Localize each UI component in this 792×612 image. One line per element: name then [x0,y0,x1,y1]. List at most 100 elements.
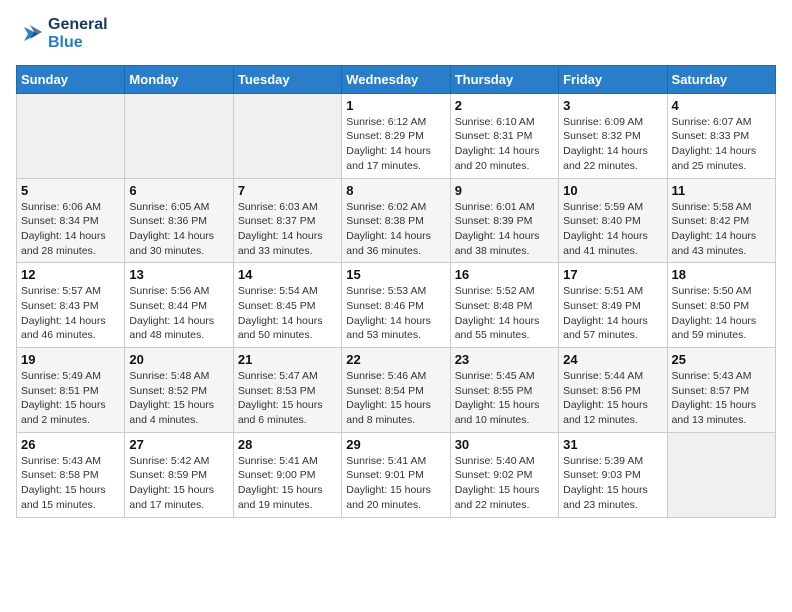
day-info: Sunrise: 5:45 AM Sunset: 8:55 PM Dayligh… [455,369,554,428]
day-info: Sunrise: 6:07 AM Sunset: 8:33 PM Dayligh… [672,115,771,174]
header-friday: Friday [559,65,667,93]
calendar-cell: 24Sunrise: 5:44 AM Sunset: 8:56 PM Dayli… [559,348,667,433]
day-number: 20 [129,352,228,367]
day-number: 23 [455,352,554,367]
calendar-cell: 3 Sunrise: 6:09 AM Sunset: 8:32 PM Daylig… [559,93,667,178]
day-info: Sunrise: 5:51 AM Sunset: 8:49 PM Dayligh… [563,284,662,343]
calendar-cell: 31 Sunrise: 5:39 AM Sunset: 9:03 PM Dayli… [559,432,667,517]
calendar-cell: 6 Sunrise: 6:05 AM Sunset: 8:36 PM Daylig… [125,178,233,263]
day-info: Sunrise: 5:50 AM Sunset: 8:50 PM Dayligh… [672,284,771,343]
calendar-cell: 15 Sunrise: 5:53 AM Sunset: 8:46 PM Dayli… [342,263,450,348]
week-row-0: 1 Sunrise: 6:12 AM Sunset: 8:29 PM Daylig… [17,93,776,178]
day-info: Sunrise: 6:06 AM Sunset: 8:34 PM Dayligh… [21,200,120,259]
day-number: 26 [21,437,120,452]
day-info: Sunrise: 5:41 AM Sunset: 9:00 PM Dayligh… [238,454,337,513]
day-number: 29 [346,437,445,452]
page-header: General Blue [16,16,776,53]
day-number: 6 [129,183,228,198]
day-number: 7 [238,183,337,198]
calendar-cell: 21 Sunrise: 5:47 AM Sunset: 8:53 PM Dayli… [233,348,341,433]
day-number: 31 [563,437,662,452]
calendar-cell: 7 Sunrise: 6:03 AM Sunset: 8:37 PM Daylig… [233,178,341,263]
day-info: Sunrise: 5:56 AM Sunset: 8:44 PM Dayligh… [129,284,228,343]
day-info: Sunrise: 5:41 AM Sunset: 9:01 PM Dayligh… [346,454,445,513]
calendar-cell: 8 Sunrise: 6:02 AM Sunset: 8:38 PM Daylig… [342,178,450,263]
calendar-cell [125,93,233,178]
day-number: 16 [455,267,554,282]
calendar-cell: 9Sunrise: 6:01 AM Sunset: 8:39 PM Daylig… [450,178,558,263]
calendar-cell: 14Sunrise: 5:54 AM Sunset: 8:45 PM Dayli… [233,263,341,348]
day-info: Sunrise: 5:47 AM Sunset: 8:53 PM Dayligh… [238,369,337,428]
calendar-cell [17,93,125,178]
header-monday: Monday [125,65,233,93]
day-info: Sunrise: 5:48 AM Sunset: 8:52 PM Dayligh… [129,369,228,428]
calendar-cell: 25 Sunrise: 5:43 AM Sunset: 8:57 PM Dayli… [667,348,775,433]
calendar-header-row: SundayMondayTuesdayWednesdayThursdayFrid… [17,65,776,93]
calendar-cell: 10 Sunrise: 5:59 AM Sunset: 8:40 PM Dayli… [559,178,667,263]
calendar-cell: 30Sunrise: 5:40 AM Sunset: 9:02 PM Dayli… [450,432,558,517]
day-info: Sunrise: 6:03 AM Sunset: 8:37 PM Dayligh… [238,200,337,259]
calendar-cell: 18 Sunrise: 5:50 AM Sunset: 8:50 PM Dayli… [667,263,775,348]
day-info: Sunrise: 6:01 AM Sunset: 8:39 PM Dayligh… [455,200,554,259]
day-info: Sunrise: 5:39 AM Sunset: 9:03 PM Dayligh… [563,454,662,513]
day-info: Sunrise: 6:10 AM Sunset: 8:31 PM Dayligh… [455,115,554,174]
calendar-cell: 19Sunrise: 5:49 AM Sunset: 8:51 PM Dayli… [17,348,125,433]
calendar-table: SundayMondayTuesdayWednesdayThursdayFrid… [16,65,776,518]
day-number: 10 [563,183,662,198]
day-number: 8 [346,183,445,198]
day-number: 19 [21,352,120,367]
logo-bird-icon [16,23,44,45]
day-info: Sunrise: 5:53 AM Sunset: 8:46 PM Dayligh… [346,284,445,343]
calendar-cell: 22 Sunrise: 5:46 AM Sunset: 8:54 PM Dayli… [342,348,450,433]
day-number: 18 [672,267,771,282]
calendar-cell: 12Sunrise: 5:57 AM Sunset: 8:43 PM Dayli… [17,263,125,348]
day-info: Sunrise: 6:02 AM Sunset: 8:38 PM Dayligh… [346,200,445,259]
calendar-cell: 5Sunrise: 6:06 AM Sunset: 8:34 PM Daylig… [17,178,125,263]
header-saturday: Saturday [667,65,775,93]
day-info: Sunrise: 5:58 AM Sunset: 8:42 PM Dayligh… [672,200,771,259]
calendar-cell: 4 Sunrise: 6:07 AM Sunset: 8:33 PM Daylig… [667,93,775,178]
day-number: 11 [672,183,771,198]
week-row-2: 12Sunrise: 5:57 AM Sunset: 8:43 PM Dayli… [17,263,776,348]
day-info: Sunrise: 5:43 AM Sunset: 8:57 PM Dayligh… [672,369,771,428]
day-number: 25 [672,352,771,367]
day-number: 13 [129,267,228,282]
calendar-body: 1 Sunrise: 6:12 AM Sunset: 8:29 PM Daylig… [17,93,776,517]
day-number: 17 [563,267,662,282]
day-number: 1 [346,98,445,113]
header-thursday: Thursday [450,65,558,93]
calendar-cell: 1 Sunrise: 6:12 AM Sunset: 8:29 PM Daylig… [342,93,450,178]
day-info: Sunrise: 5:46 AM Sunset: 8:54 PM Dayligh… [346,369,445,428]
logo-text-blue: Blue [48,34,108,52]
calendar-cell: 20 Sunrise: 5:48 AM Sunset: 8:52 PM Dayli… [125,348,233,433]
header-sunday: Sunday [17,65,125,93]
day-number: 15 [346,267,445,282]
day-number: 28 [238,437,337,452]
calendar-cell [233,93,341,178]
day-number: 14 [238,267,337,282]
day-number: 12 [21,267,120,282]
week-row-3: 19Sunrise: 5:49 AM Sunset: 8:51 PM Dayli… [17,348,776,433]
day-number: 4 [672,98,771,113]
day-info: Sunrise: 5:59 AM Sunset: 8:40 PM Dayligh… [563,200,662,259]
day-info: Sunrise: 5:42 AM Sunset: 8:59 PM Dayligh… [129,454,228,513]
day-number: 22 [346,352,445,367]
calendar-cell: 28 Sunrise: 5:41 AM Sunset: 9:00 PM Dayli… [233,432,341,517]
day-number: 2 [455,98,554,113]
day-info: Sunrise: 6:09 AM Sunset: 8:32 PM Dayligh… [563,115,662,174]
week-row-1: 5Sunrise: 6:06 AM Sunset: 8:34 PM Daylig… [17,178,776,263]
calendar-cell: 2 Sunrise: 6:10 AM Sunset: 8:31 PM Daylig… [450,93,558,178]
day-number: 3 [563,98,662,113]
day-info: Sunrise: 6:12 AM Sunset: 8:29 PM Dayligh… [346,115,445,174]
day-info: Sunrise: 5:44 AM Sunset: 8:56 PM Dayligh… [563,369,662,428]
calendar-cell: 16 Sunrise: 5:52 AM Sunset: 8:48 PM Dayli… [450,263,558,348]
day-info: Sunrise: 5:52 AM Sunset: 8:48 PM Dayligh… [455,284,554,343]
day-info: Sunrise: 5:40 AM Sunset: 9:02 PM Dayligh… [455,454,554,513]
day-info: Sunrise: 6:05 AM Sunset: 8:36 PM Dayligh… [129,200,228,259]
header-wednesday: Wednesday [342,65,450,93]
calendar-cell: 29 Sunrise: 5:41 AM Sunset: 9:01 PM Dayli… [342,432,450,517]
logo: General Blue [16,16,108,53]
calendar-cell: 27Sunrise: 5:42 AM Sunset: 8:59 PM Dayli… [125,432,233,517]
day-number: 21 [238,352,337,367]
calendar-cell [667,432,775,517]
